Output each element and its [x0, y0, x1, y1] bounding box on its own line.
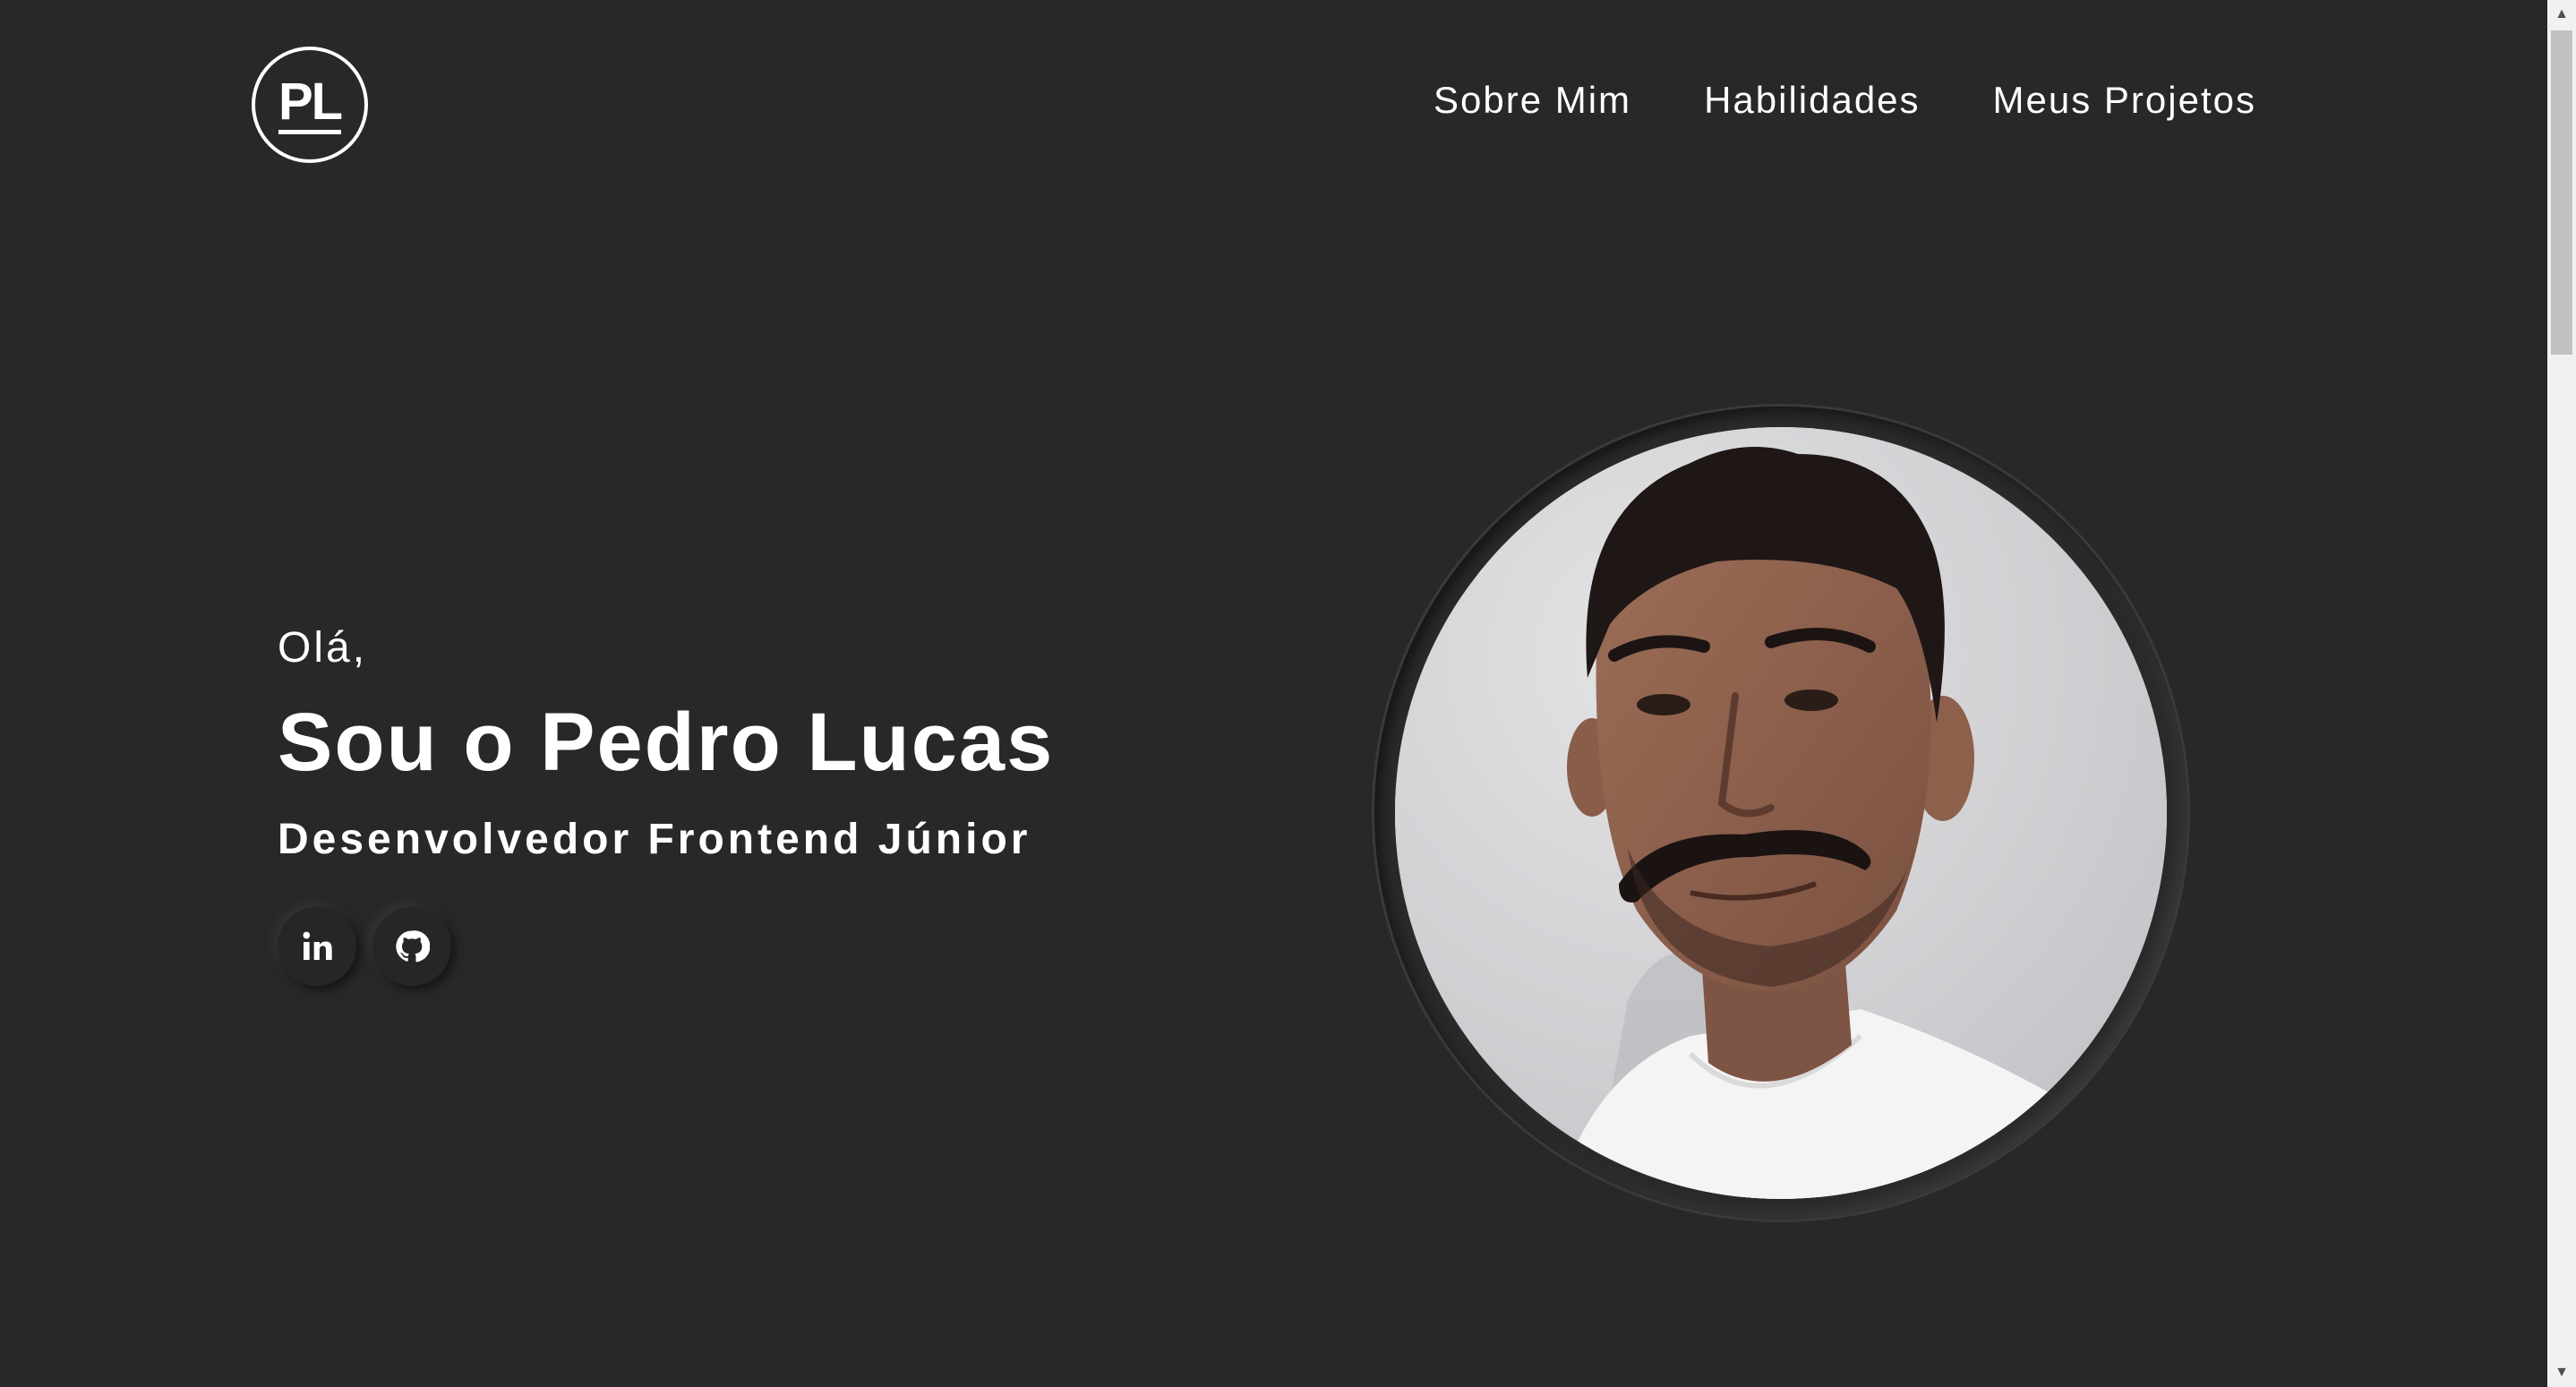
nav-link-meus-projetos[interactable]: Meus Projetos	[1993, 79, 2256, 122]
hero-section: Olá, Sou o Pedro Lucas Desenvolvedor Fro…	[278, 623, 1054, 986]
nav-link-sobre-mim[interactable]: Sobre Mim	[1433, 79, 1631, 122]
main-nav: Sobre Mim Habilidades Meus Projetos	[1433, 79, 2256, 122]
social-links	[278, 907, 1054, 986]
scroll-down-arrow-icon[interactable]: ▼	[2547, 1358, 2576, 1387]
profile-photo-frame	[1374, 407, 2187, 1220]
hero-greeting: Olá,	[278, 624, 368, 672]
logo-text: PL	[278, 75, 343, 134]
github-icon	[396, 930, 430, 963]
nav-link-habilidades[interactable]: Habilidades	[1704, 79, 1920, 122]
hero-role: Desenvolvedor Frontend Júnior	[278, 816, 1031, 863]
linkedin-icon	[303, 931, 332, 960]
portrait-illustration	[1395, 427, 2167, 1199]
scrollbar-thumb[interactable]	[2551, 30, 2572, 355]
vertical-scrollbar[interactable]: ▲ ▼	[2547, 0, 2576, 1387]
profile-photo	[1395, 427, 2167, 1199]
site-logo[interactable]: PL	[252, 47, 368, 163]
github-button[interactable]	[372, 907, 451, 986]
linkedin-button[interactable]	[278, 907, 356, 986]
scroll-up-arrow-icon[interactable]: ▲	[2547, 0, 2576, 29]
page: PL Sobre Mim Habilidades Meus Projetos O…	[0, 0, 2547, 1387]
hero-name: Sou o Pedro Lucas	[278, 697, 1055, 788]
